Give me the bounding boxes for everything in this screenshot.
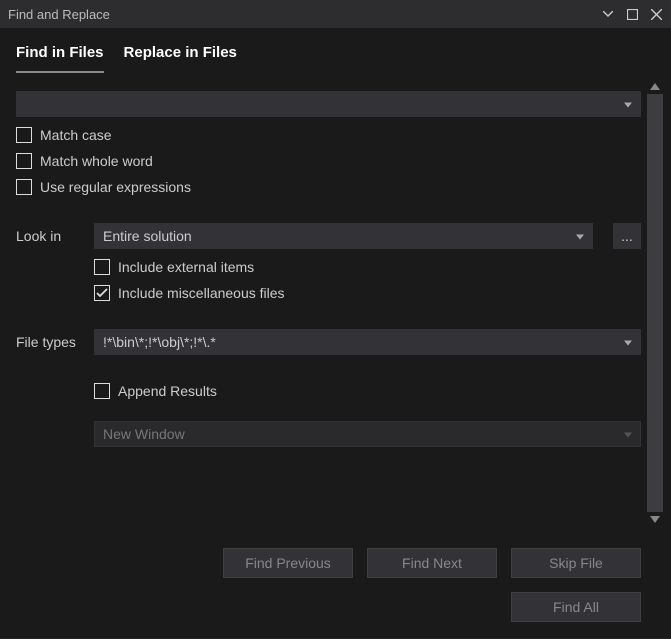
append-results-label: Append Results <box>118 383 217 399</box>
skip-file-label: Skip File <box>549 555 603 571</box>
scroll-up-icon[interactable] <box>650 83 660 90</box>
window-title: Find and Replace <box>8 7 601 22</box>
use-regex-checkbox[interactable] <box>16 179 32 195</box>
use-regex-label: Use regular expressions <box>40 179 191 195</box>
chevron-down-icon <box>624 433 632 438</box>
match-whole-word-checkbox[interactable] <box>16 153 32 169</box>
file-types-value: !*\bin\*;!*\obj\*;!*\.* <box>103 334 216 350</box>
browse-button[interactable]: ... <box>613 223 641 249</box>
main-panel: Match case Match whole word Use regular … <box>0 73 671 638</box>
file-types-label: File types <box>16 334 82 350</box>
results-window-dropdown: New Window <box>94 421 641 447</box>
append-results-checkbox[interactable] <box>94 383 110 399</box>
find-previous-label: Find Previous <box>245 555 331 571</box>
find-next-button[interactable]: Find Next <box>367 548 497 578</box>
find-previous-button[interactable]: Find Previous <box>223 548 353 578</box>
tab-find-in-files[interactable]: Find in Files <box>16 44 104 73</box>
include-misc-checkbox[interactable] <box>94 285 110 301</box>
include-external-checkbox[interactable] <box>94 259 110 275</box>
browse-label: ... <box>621 228 633 244</box>
look-in-value: Entire solution <box>103 228 192 244</box>
close-icon[interactable] <box>649 7 663 21</box>
tab-replace-in-files[interactable]: Replace in Files <box>124 44 237 73</box>
look-in-dropdown[interactable]: Entire solution <box>94 223 593 249</box>
title-bar: Find and Replace <box>0 0 671 28</box>
skip-file-button[interactable]: Skip File <box>511 548 641 578</box>
results-window-value: New Window <box>103 426 185 442</box>
scroll-track[interactable] <box>647 94 663 512</box>
find-all-button[interactable]: Find All <box>511 592 641 622</box>
find-next-label: Find Next <box>402 555 462 571</box>
dropdown-icon[interactable] <box>601 7 615 21</box>
chevron-down-icon <box>624 341 632 346</box>
scroll-down-icon[interactable] <box>650 516 660 523</box>
include-misc-label: Include miscellaneous files <box>118 285 285 301</box>
look-in-label: Look in <box>16 228 82 244</box>
file-types-dropdown[interactable]: !*\bin\*;!*\obj\*;!*\.* <box>94 329 641 355</box>
chevron-down-icon <box>576 235 584 240</box>
tab-bar: Find in Files Replace in Files <box>0 28 671 73</box>
search-term-input[interactable] <box>16 91 641 117</box>
match-whole-word-label: Match whole word <box>40 153 153 169</box>
maximize-icon[interactable] <box>625 7 639 21</box>
find-all-label: Find All <box>553 599 599 615</box>
match-case-label: Match case <box>40 127 112 143</box>
match-case-checkbox[interactable] <box>16 127 32 143</box>
include-external-label: Include external items <box>118 259 254 275</box>
vertical-scrollbar[interactable] <box>647 83 663 523</box>
chevron-down-icon <box>624 103 632 108</box>
